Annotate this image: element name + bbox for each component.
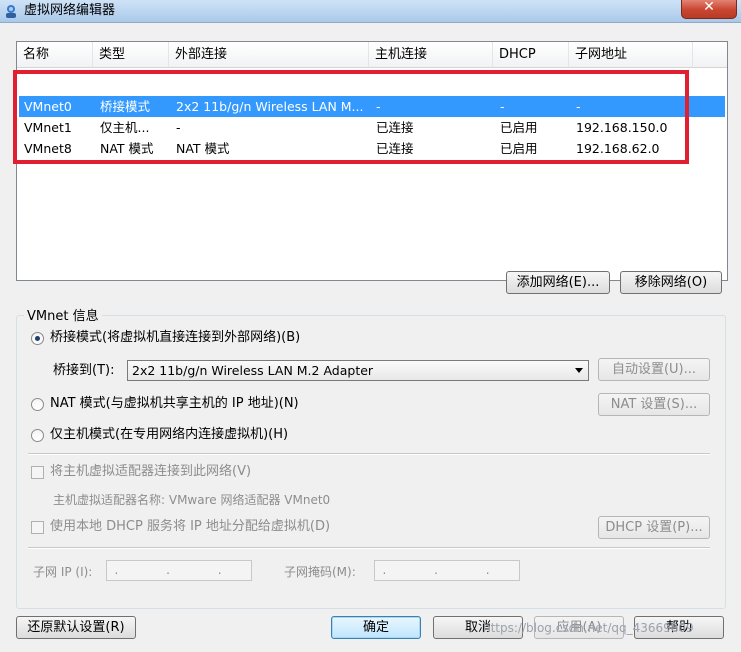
- close-button[interactable]: ✕: [681, 0, 737, 19]
- nat-settings-button[interactable]: NAT 设置(S)...: [598, 393, 710, 416]
- column-header-subnet[interactable]: 子网地址: [569, 42, 693, 67]
- subnet-mask-input[interactable]: . . .: [374, 560, 520, 581]
- host-only-label[interactable]: 仅主机模式(在专用网络内连接虚拟机)(H): [50, 427, 288, 443]
- subnet-ip-input[interactable]: . . .: [106, 560, 252, 581]
- table-row[interactable]: VMnet1 仅主机... - 已连接 已启用 192.168.150.0: [19, 117, 725, 138]
- network-app-icon: [6, 5, 16, 18]
- table-row[interactable]: VMnet8 NAT 模式 NAT 模式 已连接 已启用 192.168.62.…: [19, 138, 725, 159]
- column-header-type[interactable]: 类型: [93, 42, 169, 67]
- subnet-ip-dots: . . .: [114, 563, 244, 577]
- row-name: VMnet8: [24, 141, 72, 156]
- bridged-adapter-select[interactable]: 2x2 11b/g/n Wireless LAN M.2 Adapter: [127, 360, 589, 381]
- group-divider: [28, 453, 710, 455]
- dhcp-label[interactable]: 使用本地 DHCP 服务将 IP 地址分配给虚拟机(D): [50, 519, 330, 535]
- subnet-mask-dots: . . .: [382, 563, 512, 577]
- nat-radio[interactable]: [31, 398, 44, 411]
- row-host: 已连接: [376, 141, 414, 156]
- row-name: VMnet1: [24, 120, 72, 135]
- row-external: -: [176, 120, 181, 135]
- connect-adapter-label[interactable]: 将主机虚拟适配器连接到此网络(V): [50, 464, 251, 480]
- watermark-text: https://blog.csdn.net/qq_43669009: [483, 621, 694, 635]
- column-header-host[interactable]: 主机连接: [369, 42, 493, 67]
- dhcp-checkbox[interactable]: [31, 521, 44, 534]
- row-dhcp: -: [500, 99, 505, 114]
- column-header-name[interactable]: 名称: [17, 42, 93, 67]
- restore-defaults-button[interactable]: 还原默认设置(R): [16, 616, 136, 639]
- dropdown-arrow-icon: [575, 368, 583, 373]
- row-dhcp: 已启用: [500, 120, 538, 135]
- dialog-body: 名称 类型 外部连接 主机连接 DHCP 子网地址 VMnet0 桥接模式 2x…: [0, 23, 741, 652]
- subnet-ip-label: 子网 IP (I):: [33, 565, 93, 579]
- bridged-to-label: 桥接到(T):: [53, 363, 115, 378]
- bridged-label[interactable]: 桥接模式(将虚拟机直接连接到外部网络)(B): [50, 330, 300, 346]
- auto-settings-button[interactable]: 自动设置(U)...: [598, 358, 710, 381]
- group-divider: [28, 547, 710, 549]
- row-type: NAT 模式: [100, 141, 154, 156]
- table-row[interactable]: VMnet0 桥接模式 2x2 11b/g/n Wireless LAN M..…: [19, 96, 725, 117]
- host-only-radio[interactable]: [31, 429, 44, 442]
- list-header: 名称 类型 外部连接 主机连接 DHCP 子网地址: [17, 42, 727, 68]
- network-list[interactable]: 名称 类型 外部连接 主机连接 DHCP 子网地址 VMnet0 桥接模式 2x…: [16, 41, 728, 281]
- row-dhcp: 已启用: [500, 141, 538, 156]
- nat-label[interactable]: NAT 模式(与虚拟机共享主机的 IP 地址)(N): [50, 396, 299, 412]
- row-external: 2x2 11b/g/n Wireless LAN M...: [176, 99, 364, 114]
- adapter-name-label: 主机虚拟适配器名称: VMware 网络适配器 VMnet0: [53, 493, 331, 507]
- row-external: NAT 模式: [176, 141, 230, 156]
- vmnet-info-title: VMnet 信息: [24, 305, 102, 324]
- column-header-dhcp[interactable]: DHCP: [493, 42, 569, 67]
- subnet-mask-label: 子网掩码(M):: [284, 565, 356, 579]
- row-type: 桥接模式: [100, 99, 151, 114]
- bridged-radio[interactable]: [31, 332, 44, 345]
- ok-button[interactable]: 确定: [331, 616, 421, 639]
- title-bar: 虚拟网络编辑器 ✕: [0, 0, 741, 23]
- row-type: 仅主机...: [100, 120, 150, 135]
- row-subnet: -: [576, 99, 581, 114]
- connect-adapter-checkbox[interactable]: [31, 466, 44, 479]
- column-header-external[interactable]: 外部连接: [169, 42, 369, 67]
- remove-network-button[interactable]: 移除网络(O): [620, 271, 722, 294]
- add-network-button[interactable]: 添加网络(E)...: [506, 271, 610, 294]
- row-host: 已连接: [376, 120, 414, 135]
- row-subnet: 192.168.150.0: [576, 120, 668, 135]
- window-title: 虚拟网络编辑器: [24, 3, 116, 18]
- row-host: -: [376, 99, 381, 114]
- bridged-adapter-value: 2x2 11b/g/n Wireless LAN M.2 Adapter: [132, 363, 374, 378]
- row-subnet: 192.168.62.0: [576, 141, 660, 156]
- dhcp-settings-button[interactable]: DHCP 设置(P)...: [598, 516, 710, 539]
- row-name: VMnet0: [24, 99, 72, 114]
